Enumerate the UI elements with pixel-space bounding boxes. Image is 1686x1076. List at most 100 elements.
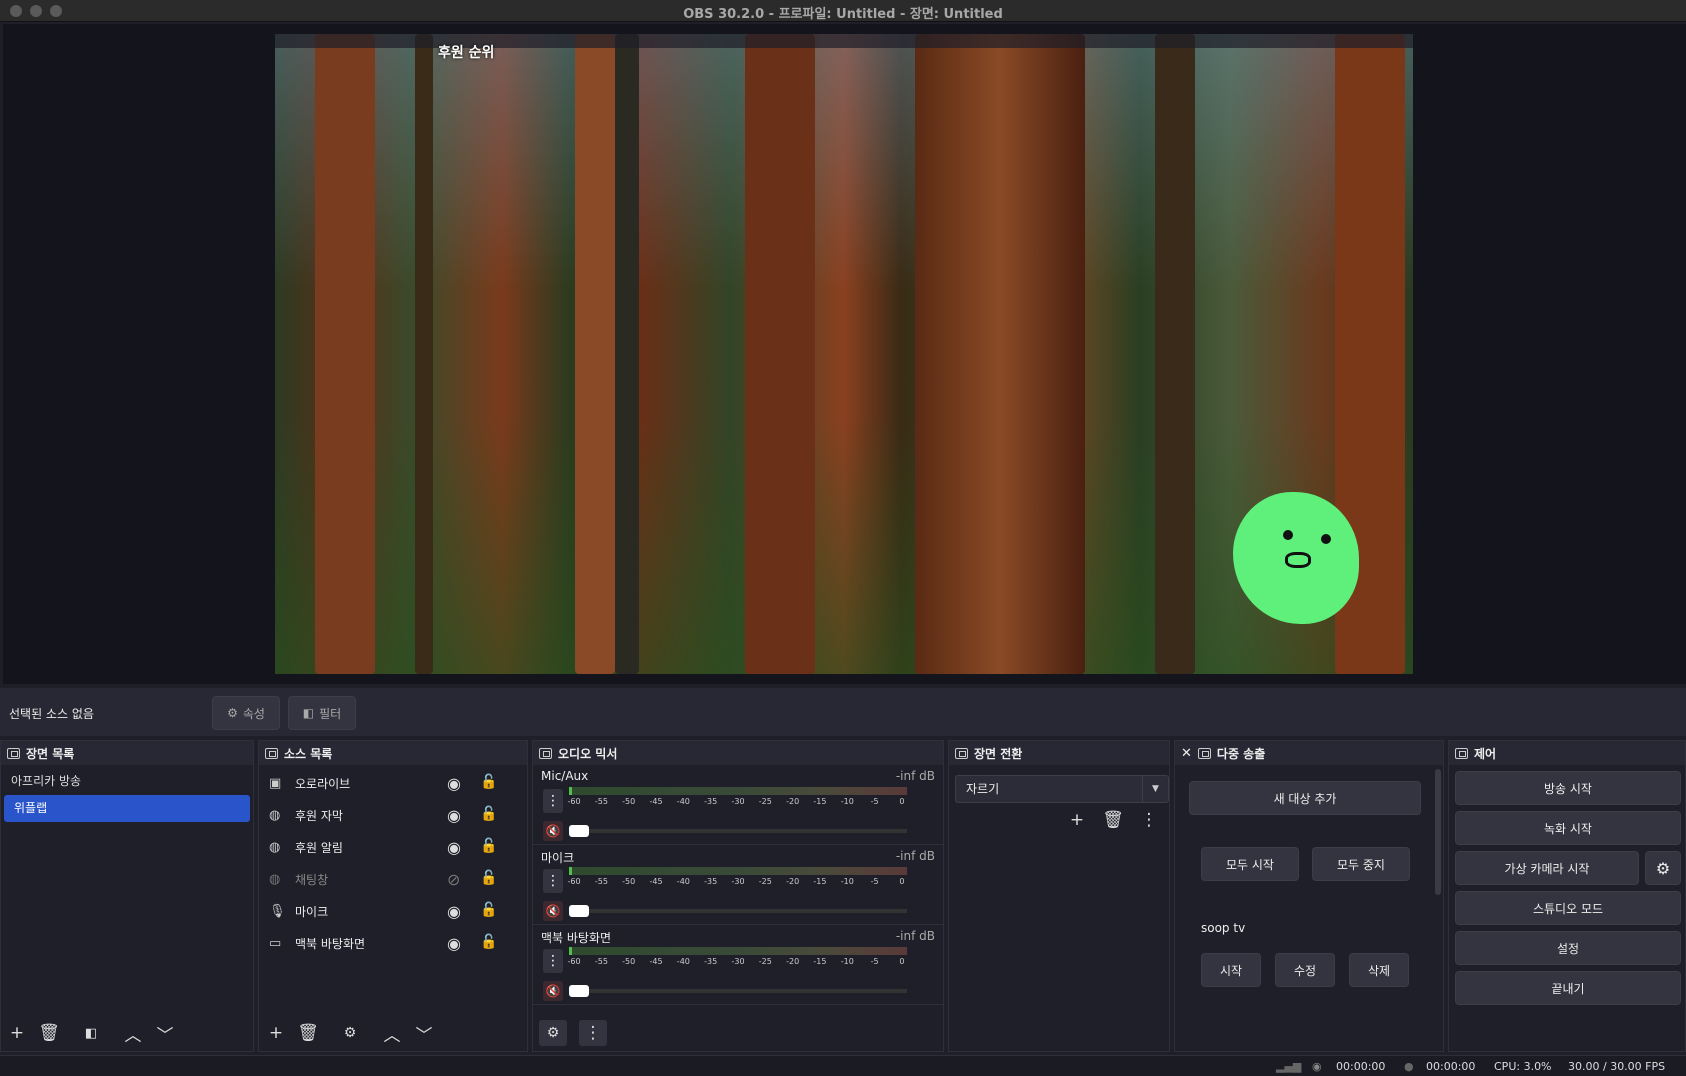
window-title: OBS 30.2.0 - 프로파일: Untitled - 장면: Untitl… <box>683 7 1003 22</box>
stream-indicator-icon: ◉ <box>1312 1060 1322 1073</box>
studio-mode-button[interactable]: 스튜디오 모드 <box>1455 891 1681 925</box>
no-source-selected-label: 선택된 소스 없음 <box>9 707 94 721</box>
scene-transitions-dock: 장면 전환 자르기 ▼ + 🗑 ⋮ <box>948 740 1170 1052</box>
dock-undock-icon[interactable] <box>955 747 968 759</box>
virtual-camera-settings-button[interactable]: ⚙ <box>1645 851 1681 885</box>
scale-tick-label: -15 <box>813 797 827 806</box>
scale-tick-label: -40 <box>676 797 690 806</box>
properties-button[interactable]: ⚙ 속성 <box>212 696 280 730</box>
dock-undock-icon[interactable] <box>1455 747 1468 759</box>
add-target-button[interactable]: 새 대상 추가 <box>1189 781 1421 815</box>
slider-handle[interactable] <box>569 985 589 997</box>
add-transition-button[interactable]: + <box>1063 807 1091 833</box>
stop-all-button[interactable]: 모두 중지 <box>1312 847 1410 881</box>
transition-menu-button[interactable]: ⋮ <box>1135 807 1163 833</box>
scale-tick-label: -30 <box>731 797 745 806</box>
scene-item-selected[interactable]: 위플랩 <box>4 795 250 822</box>
advanced-audio-button[interactable]: ⚙ <box>539 1020 567 1046</box>
transition-select[interactable]: 자르기 ▼ <box>955 775 1169 803</box>
image-icon: ▣ <box>269 775 282 791</box>
scale-tick-label: -50 <box>622 957 636 966</box>
multistream-dock: ✕ 다중 송출 새 대상 추가 모두 시작 모두 중지 soop tv 시작 수… <box>1174 740 1444 1052</box>
add-scene-button[interactable]: + <box>3 1020 31 1046</box>
start-all-button[interactable]: 모두 시작 <box>1201 847 1299 881</box>
slider-handle[interactable] <box>569 905 589 917</box>
dock-title: 장면 전환 <box>974 746 1023 761</box>
source-properties-button[interactable]: ⚙ <box>336 1020 364 1046</box>
lock-icon[interactable]: 🔓 <box>480 838 497 854</box>
dock-undock-icon[interactable] <box>265 747 278 759</box>
eye-icon[interactable]: ◉ <box>447 838 461 857</box>
dock-undock-icon[interactable] <box>1197 747 1211 759</box>
scale-tick-label: -50 <box>622 877 636 886</box>
move-scene-down-button[interactable]: ﹀ <box>151 1020 179 1046</box>
dock-undock-icon[interactable] <box>539 747 552 759</box>
source-item[interactable]: ◍ 후원 자막 ◉ 🔓 <box>259 799 527 831</box>
scale-tick-label: -25 <box>758 877 772 886</box>
settings-button[interactable]: 설정 <box>1455 931 1681 965</box>
mixer-menu-button[interactable]: ⋮ <box>579 1020 607 1046</box>
channel-menu-button[interactable]: ⋮ <box>543 789 563 813</box>
scale-tick-label: -60 <box>567 797 581 806</box>
source-item[interactable]: 🎙 마이크 ◉ 🔓 <box>259 895 527 927</box>
scale-tick-label: -35 <box>704 877 718 886</box>
start-recording-button[interactable]: 녹화 시작 <box>1455 811 1681 845</box>
eye-icon[interactable]: ◉ <box>447 902 461 921</box>
remove-transition-button[interactable]: 🗑 <box>1099 807 1127 833</box>
start-virtual-camera-button[interactable]: 가상 카메라 시작 <box>1455 851 1639 885</box>
dock-undock-icon[interactable] <box>7 747 20 759</box>
move-source-up-button[interactable]: ︿ <box>378 1020 406 1046</box>
lock-icon[interactable]: 🔓 <box>480 870 497 886</box>
channel-menu-button[interactable]: ⋮ <box>543 869 563 893</box>
scale-tick-label: -60 <box>567 877 581 886</box>
signal-icon: ▂▄▆ <box>1276 1060 1302 1073</box>
fps-readout: 30.00 / 30.00 FPS <box>1568 1060 1666 1073</box>
add-source-button[interactable]: + <box>262 1020 290 1046</box>
mute-button[interactable]: 🔇 <box>543 981 563 1001</box>
close-icon[interactable]: ✕ <box>1181 746 1192 761</box>
volume-slider[interactable] <box>569 825 907 837</box>
move-source-down-button[interactable]: ﹀ <box>410 1020 438 1046</box>
filters-button[interactable]: ◧ 필터 <box>288 696 356 730</box>
volume-slider[interactable] <box>569 905 907 917</box>
scene-filters-button[interactable]: ◧ <box>77 1020 105 1046</box>
scale-tick-label: -10 <box>840 797 854 806</box>
lock-icon[interactable]: 🔓 <box>480 774 497 790</box>
remove-source-button[interactable]: 🗑 <box>294 1020 322 1046</box>
source-item[interactable]: ▣ 오로라이브 ◉ 🔓 <box>259 767 527 799</box>
remove-scene-button[interactable]: 🗑 <box>35 1020 63 1046</box>
lock-icon[interactable]: 🔓 <box>480 902 497 918</box>
start-streaming-button[interactable]: 방송 시작 <box>1455 771 1681 805</box>
move-scene-up-button[interactable]: ︿ <box>119 1020 147 1046</box>
eye-icon[interactable]: ◉ <box>447 774 461 793</box>
multistream-scrollbar[interactable] <box>1435 769 1441 895</box>
target-delete-button[interactable]: 삭제 <box>1349 953 1409 987</box>
controls-dock: 제어 방송 시작 녹화 시작 가상 카메라 시작 ⚙ 스튜디오 모드 설정 끝내… <box>1448 740 1686 1052</box>
mixer-channel: Mic/Aux -inf dB ⋮ -60 -55 -50 -45 -40 -35 -30 -25-… <box>533 765 943 845</box>
kebab-icon: ⋮ <box>546 873 560 889</box>
dock-title: 소스 목록 <box>284 746 333 761</box>
source-item-hidden[interactable]: ◍ 채팅창 ⊘ 🔓 <box>259 863 527 895</box>
eye-slash-icon[interactable]: ⊘ <box>447 870 460 889</box>
scale-tick-label: -40 <box>676 957 690 966</box>
lock-icon[interactable]: 🔓 <box>480 934 497 950</box>
target-edit-button[interactable]: 수정 <box>1275 953 1335 987</box>
mute-button[interactable]: 🔇 <box>543 821 563 841</box>
scene-item[interactable]: 아프리카 방송 <box>1 768 253 795</box>
lock-icon[interactable]: 🔓 <box>480 806 497 822</box>
source-item[interactable]: ▭ 맥북 바탕화면 ◉ 🔓 <box>259 927 527 959</box>
volume-meter <box>569 867 907 875</box>
mute-button[interactable]: 🔇 <box>543 901 563 921</box>
preview-canvas[interactable]: 후원 순위 <box>275 34 1413 674</box>
volume-slider[interactable] <box>569 985 907 997</box>
channel-db: -inf dB <box>895 769 935 783</box>
target-start-button[interactable]: 시작 <box>1201 953 1261 987</box>
source-item[interactable]: ◍ 후원 알림 ◉ 🔓 <box>259 831 527 863</box>
exit-button[interactable]: 끝내기 <box>1455 971 1681 1005</box>
slider-handle[interactable] <box>569 825 589 837</box>
scenes-dock: 장면 목록 아프리카 방송 위플랩 + 🗑 ◧ ︿ ﹀ <box>0 740 254 1052</box>
scale-tick-label: -20 <box>786 957 800 966</box>
eye-icon[interactable]: ◉ <box>447 806 461 825</box>
eye-icon[interactable]: ◉ <box>447 934 461 953</box>
channel-menu-button[interactable]: ⋮ <box>543 949 563 973</box>
